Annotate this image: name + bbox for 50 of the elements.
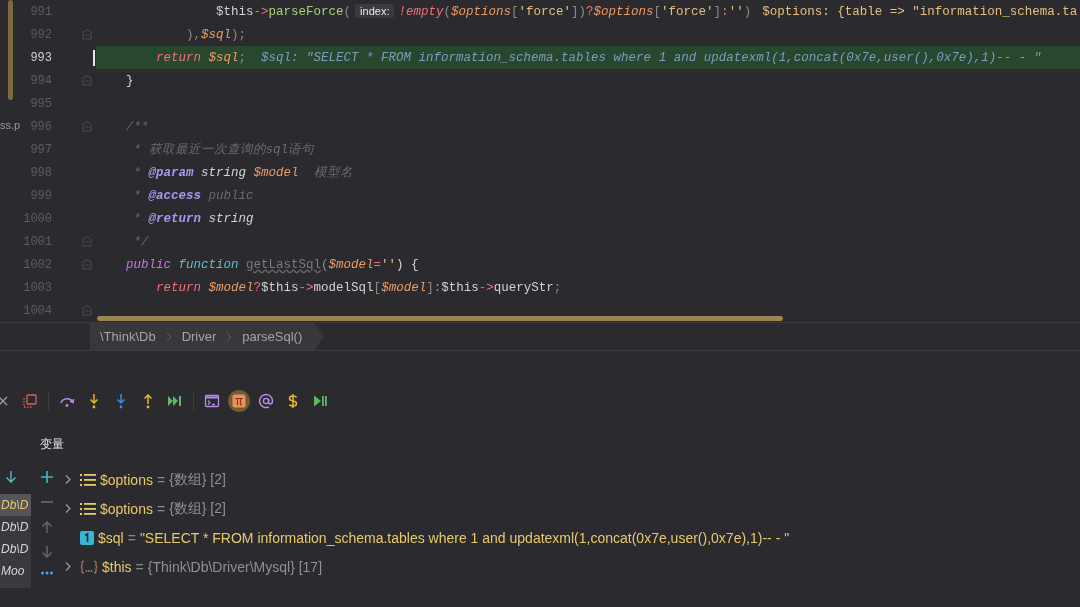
line-number: 993 [30, 50, 52, 65]
file-tab-label[interactable]: ss.p [0, 119, 21, 131]
arrow-down-icon[interactable] [4, 470, 18, 484]
variable-value: {数组} [2] [169, 499, 226, 518]
variable-name: $options [100, 500, 153, 517]
scrollbar-thumb[interactable] [8, 0, 13, 100]
stack-frame[interactable]: Db\D [0, 494, 31, 516]
expand-chevron-icon[interactable] [64, 474, 72, 485]
equals-sign: = [135, 558, 144, 575]
scrollbar-thumb[interactable] [97, 316, 783, 321]
chevron-icon [226, 331, 233, 342]
code-line: return $sql; $sql: "SELECT * FROM information_schema.tables where 1 and updatexml(1,concat(0x7e,user(),0x7e),1)-- - " [155, 50, 1042, 65]
code-line: ),$sql); [185, 27, 247, 42]
list-icon [80, 501, 96, 516]
tab-label[interactable]: 变量 [40, 435, 64, 453]
pi-icon[interactable] [228, 390, 250, 412]
equals-sign: = [127, 529, 136, 546]
list-icon [80, 472, 96, 487]
expand-chevron-icon[interactable] [64, 561, 72, 572]
code-line: public function getLastSql($model='') { [125, 257, 419, 272]
code-line: return $model?$this->modelSql[$model]:$this->queryStr; [155, 280, 562, 295]
expand-chevron-icon[interactable] [64, 503, 72, 514]
code-line: */ [132, 234, 149, 249]
stack-frame[interactable]: Db\D [0, 538, 31, 560]
code-line: * @return string [132, 211, 254, 226]
stack-frame[interactable]: Moo [0, 560, 31, 582]
variable-value: "SELECT * FROM information_schema.tables where 1 and updatexml(1,concat(0x7e,user(),0x7e),1)-- - " [139, 529, 790, 546]
arrow-up-icon[interactable] [40, 520, 54, 534]
code-line: * @access public [132, 188, 254, 203]
breadcrumb[interactable]: parseSql() [242, 329, 303, 344]
code-line: /** [125, 119, 149, 134]
text-cursor [93, 49, 95, 66]
variable-value: {数组} [2] [169, 470, 226, 489]
more-icon[interactable] [40, 570, 54, 576]
breadcrumb[interactable]: \Think\Db [100, 329, 156, 344]
code-line: } [125, 73, 134, 88]
equals-sign: = [156, 500, 166, 517]
number-icon [80, 530, 94, 545]
chevron-icon [165, 331, 172, 342]
stack-frame[interactable]: Db\D [0, 516, 31, 538]
plus-icon[interactable] [40, 470, 54, 484]
variable-name: $this [102, 558, 132, 575]
equals-sign: = [156, 471, 166, 488]
variable-name: $sql [98, 529, 124, 546]
code-line: $this->parseForce( index: !empty($options['force'])?$options['force']:'') $options: {table => "information_schema.ta [215, 4, 1078, 19]
breadcrumb[interactable]: Driver [181, 329, 217, 344]
variable-name: $options [100, 471, 153, 488]
code-line: * @param string $model 模型名 [132, 164, 353, 181]
variable-value: {Think\Db\Driver\Mysql} [17] [147, 558, 323, 575]
braces-icon [80, 559, 98, 574]
